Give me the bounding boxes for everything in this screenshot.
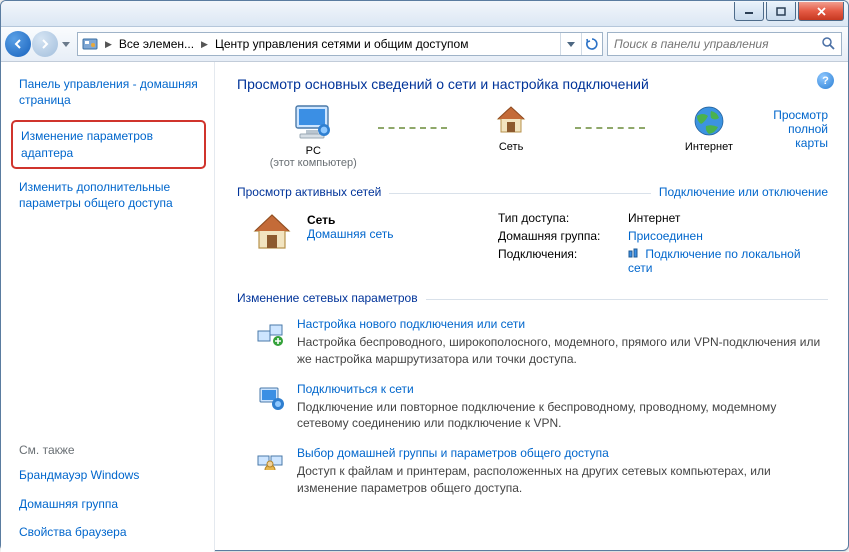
forward-button[interactable]: [32, 31, 58, 57]
prop-val-connection[interactable]: Подключение по локальной сети: [628, 247, 801, 275]
toolbar: ▶ Все элемен... ▶ Центр управления сетям…: [1, 27, 848, 62]
settings-item-new-connection[interactable]: Настройка нового подключения или сети На…: [255, 317, 828, 368]
map-pc-label: PC: [249, 145, 378, 157]
refresh-button[interactable]: [581, 33, 602, 55]
connect-network-icon: [255, 382, 287, 414]
back-button[interactable]: [5, 31, 31, 57]
sidebar-see-also-header: См. также: [19, 443, 204, 457]
chevron-right-icon[interactable]: ▶: [198, 39, 211, 50]
new-connection-icon: [255, 317, 287, 349]
active-network-row: Сеть Домашняя сеть Тип доступа: Интернет…: [251, 209, 828, 275]
prop-key-access: Тип доступа:: [498, 211, 628, 225]
homegroup-sharing-icon: [255, 446, 287, 478]
computer-icon: [290, 104, 336, 142]
settings-item-homegroup-sharing[interactable]: Выбор домашней группы и параметров общег…: [255, 446, 828, 497]
sidebar-item-adapter-settings[interactable]: Изменение параметров адаптера: [11, 120, 206, 168]
map-node-internet[interactable]: Интернет: [645, 104, 774, 153]
map-pc-sublabel: (этот компьютер): [249, 157, 378, 169]
sidebar-item-advanced-sharing[interactable]: Изменить дополнительные параметры общего…: [19, 179, 204, 211]
change-settings-section: Изменение сетевых параметров: [237, 291, 828, 305]
new-connection-title[interactable]: Настройка нового подключения или сети: [297, 317, 828, 331]
chevron-right-icon[interactable]: ▶: [102, 39, 115, 50]
prop-val-access: Интернет: [628, 211, 828, 225]
map-link-net-internet: [575, 114, 644, 142]
network-name: Сеть: [307, 213, 447, 227]
sidebar-item-homegroup[interactable]: Домашняя группа: [19, 496, 204, 512]
connect-disconnect-link[interactable]: Подключение или отключение: [651, 185, 828, 199]
map-node-pc[interactable]: PC (этот компьютер): [249, 104, 378, 169]
nav-buttons: [5, 31, 73, 57]
minimize-button[interactable]: [734, 2, 764, 21]
search-box[interactable]: [607, 32, 842, 56]
nav-history-dropdown[interactable]: [59, 34, 73, 54]
house-icon: [495, 104, 527, 134]
search-input[interactable]: [612, 36, 821, 52]
map-node-network[interactable]: Сеть: [447, 104, 576, 153]
change-settings-header: Изменение сетевых параметров: [237, 291, 426, 305]
prop-key-connections: Подключения:: [498, 247, 628, 275]
help-icon[interactable]: ?: [817, 72, 834, 89]
connection-status-icon: [628, 248, 639, 259]
sidebar-item-browser-props[interactable]: Свойства браузера: [19, 524, 204, 540]
content-area: ? Просмотр основных сведений о сети и на…: [215, 62, 848, 552]
connect-network-title[interactable]: Подключиться к сети: [297, 382, 828, 396]
page-title: Просмотр основных сведений о сети и наст…: [237, 76, 828, 92]
map-link-pc-net: [378, 114, 447, 142]
breadcrumb-all-items[interactable]: Все элемен...: [115, 33, 198, 55]
settings-item-connect-network[interactable]: Подключиться к сети Подключение или повт…: [255, 382, 828, 433]
window-body: Панель управления - домашняя страница Из…: [1, 62, 848, 552]
homegroup-sharing-desc: Доступ к файлам и принтерам, расположенн…: [297, 463, 828, 497]
maximize-button[interactable]: [766, 2, 796, 21]
network-map: PC (этот компьютер) Сеть: [249, 104, 828, 169]
address-dropdown-button[interactable]: [560, 33, 581, 55]
sidebar: Панель управления - домашняя страница Из…: [1, 62, 215, 552]
active-networks-header: Просмотр активных сетей: [237, 185, 389, 199]
map-net-label: Сеть: [447, 141, 576, 153]
sidebar-item-home[interactable]: Панель управления - домашняя страница: [19, 76, 204, 108]
close-button[interactable]: [798, 2, 844, 21]
homegroup-sharing-title[interactable]: Выбор домашней группы и параметров общег…: [297, 446, 828, 460]
breadcrumb-network-center[interactable]: Центр управления сетями и общим доступом: [211, 33, 473, 55]
prop-key-homegroup: Домашняя группа:: [498, 229, 628, 243]
globe-icon: [692, 104, 726, 138]
home-network-icon: [251, 211, 299, 254]
map-internet-label: Интернет: [645, 141, 774, 153]
search-icon: [821, 36, 837, 52]
control-panel-window: ▶ Все элемен... ▶ Центр управления сетям…: [0, 0, 849, 551]
active-network-name-block[interactable]: Сеть Домашняя сеть: [307, 209, 447, 241]
network-properties: Тип доступа: Интернет Домашняя группа: П…: [498, 209, 828, 275]
control-panel-icon: [81, 35, 99, 53]
sidebar-item-firewall[interactable]: Брандмауэр Windows: [19, 467, 204, 483]
connect-network-desc: Подключение или повторное подключение к …: [297, 399, 828, 433]
address-bar[interactable]: ▶ Все элемен... ▶ Центр управления сетям…: [77, 32, 603, 56]
prop-val-homegroup[interactable]: Присоединен: [628, 229, 703, 243]
network-type-link[interactable]: Домашняя сеть: [307, 227, 447, 241]
titlebar[interactable]: [1, 1, 848, 27]
new-connection-desc: Настройка беспроводного, широкополосного…: [297, 334, 828, 368]
active-networks-section: Просмотр активных сетей Подключение или …: [237, 185, 828, 199]
view-full-map-link[interactable]: Просмотр полной карты: [773, 108, 828, 150]
